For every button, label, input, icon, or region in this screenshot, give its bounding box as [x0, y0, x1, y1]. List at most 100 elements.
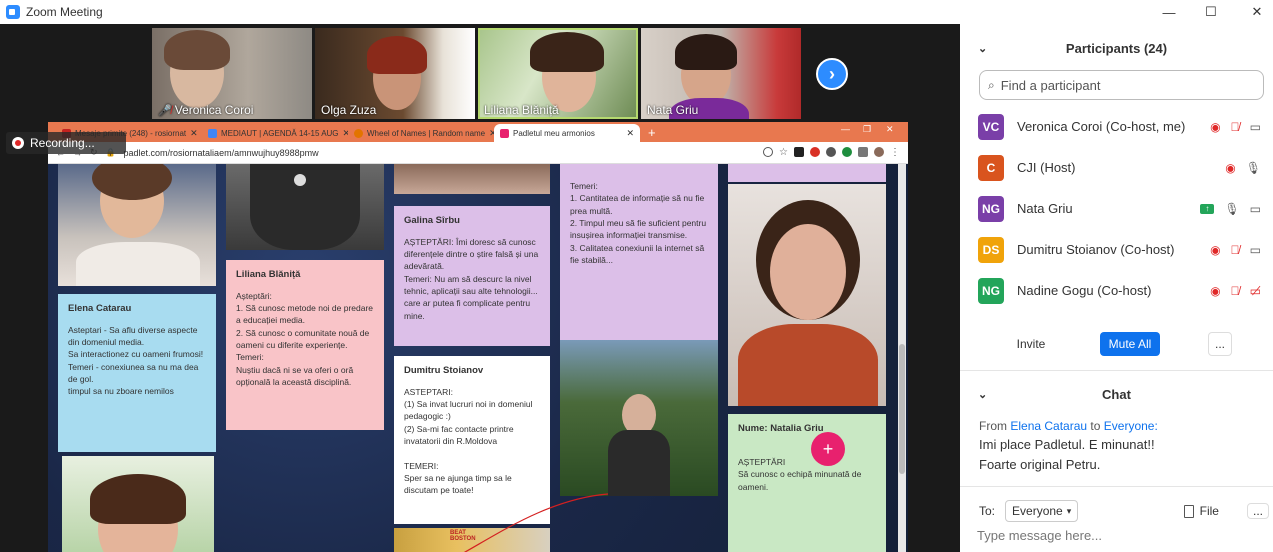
browser-close-icon[interactable]: ✕ [886, 124, 894, 135]
collapse-chevron-icon[interactable]: ⌄ [978, 42, 987, 55]
muted-mic-icon[interactable]: 🎙̸ [1231, 120, 1240, 134]
recording-label: Recording... [30, 136, 95, 150]
video-name-label: Liliana Blăniță [484, 103, 559, 117]
bookmark-star-icon[interactable]: ☆ [779, 147, 788, 158]
participant-row[interactable]: NG Nadine Gogu (Co-host) ◉ 🎙̸ ▭̸ [960, 270, 1273, 311]
camera-off-eye-icon: ◉ [1210, 119, 1221, 134]
video-camera-icon[interactable]: ▭ [1250, 120, 1261, 134]
padlet-scrollbar[interactable] [898, 164, 906, 552]
next-page-button[interactable]: › [816, 58, 848, 90]
puzzle-icon[interactable] [858, 147, 868, 157]
extension-icon[interactable] [842, 147, 852, 157]
mute-all-button[interactable]: Mute All [1100, 332, 1160, 356]
section-divider [960, 370, 1273, 371]
to-label: To: [979, 504, 996, 518]
avatar: NG [978, 277, 1004, 304]
padlet-board: Elena Catarau Asteptari - Sa aflu divers… [48, 164, 908, 552]
participant-row[interactable]: NG Nata Griu ↑ 🎙 ▭ [960, 188, 1273, 229]
browser-tab[interactable]: MEDIAUT | AGENDĂ 14-15 AUG ✕ [202, 124, 348, 142]
browser-tab-active[interactable]: Padletul meu armonios ✕ [494, 124, 640, 142]
participant-name: CJI (Host) [1017, 160, 1076, 175]
maximize-button[interactable]: ☐ [1188, 0, 1234, 24]
minimize-button[interactable]: — [1146, 0, 1192, 24]
participant-search-input[interactable]: ⌕ Find a participant [979, 70, 1264, 100]
add-post-button[interactable]: + [811, 432, 845, 466]
avatar: DS [978, 236, 1004, 263]
chat-title: Chat [1102, 386, 1131, 402]
muted-mic-icon: 🎤̸ [158, 104, 172, 117]
mic-icon[interactable]: 🎙 [1246, 161, 1261, 175]
video-name-label: Nata Griu [647, 103, 699, 117]
more-options-button[interactable]: ... [1208, 332, 1232, 356]
chat-message-text: Foarte original Petru. [979, 456, 1101, 472]
meeting-view: 🎤̸ Veronica Coroi Olga Zuza Liliana Blăn… [0, 24, 960, 552]
chat-message-text: Imi place Padletul. E minunat!! [979, 437, 1155, 452]
participant-row[interactable]: VC Veronica Coroi (Co-host, me) ◉ 🎙̸ ▭ [960, 106, 1273, 147]
muted-mic-icon[interactable]: 🎙̸ [1231, 284, 1240, 298]
chevron-down-icon: ▾ [1066, 505, 1072, 516]
search-icon: ⌕ [988, 77, 995, 92]
chat-sender[interactable]: Elena Catarau [1010, 419, 1087, 433]
video-tile-liliana[interactable]: Liliana Blăniță [478, 28, 638, 119]
extension-icon[interactable] [826, 147, 836, 157]
chat-recipient[interactable]: Everyone: [1104, 419, 1158, 433]
video-tile-veronica[interactable]: 🎤̸ Veronica Coroi [152, 28, 312, 119]
video-name-label: Veronica Coroi [174, 103, 254, 117]
participant-name: Veronica Coroi (Co-host, me) [1017, 119, 1186, 134]
chat-message-input[interactable]: Type message here... [977, 528, 1102, 543]
cast-icon[interactable] [763, 147, 774, 157]
video-off-icon[interactable]: ▭̸ [1250, 284, 1261, 298]
close-tab-icon[interactable]: ✕ [626, 128, 634, 139]
video-tile-nata[interactable]: Nata Griu [641, 28, 801, 119]
participants-title: Participants (24) [1065, 40, 1168, 56]
docs-icon [208, 128, 217, 138]
window-titlebar: Zoom Meeting — ☐ ✕ [0, 0, 1273, 24]
profile-icon[interactable] [874, 147, 884, 157]
video-camera-icon[interactable]: ▭ [1250, 202, 1261, 216]
extension-icons: ☆ ⋮ [763, 147, 900, 158]
recording-indicator[interactable]: Recording... [6, 132, 126, 154]
camera-off-eye-icon: ◉ [1210, 283, 1221, 298]
file-button[interactable]: File [1183, 504, 1219, 518]
camera-off-eye-icon: ◉ [1210, 242, 1221, 257]
new-tab-button[interactable]: + [648, 125, 656, 140]
video-strip: 🎤̸ Veronica Coroi Olga Zuza Liliana Blăn… [152, 28, 801, 119]
mic-icon[interactable]: 🎙 [1224, 202, 1239, 216]
video-camera-icon[interactable]: ▭ [1250, 243, 1261, 257]
close-button[interactable]: ✕ [1234, 0, 1273, 24]
chevron-right-icon: › [829, 63, 835, 84]
muted-mic-icon[interactable]: 🎙̸ [1231, 243, 1240, 257]
annotation-stroke [463, 493, 609, 552]
participants-header: ⌄ Participants (24) [960, 30, 1273, 66]
browser-minimize-icon[interactable]: — [841, 124, 850, 134]
camera-off-eye-icon: ◉ [1225, 160, 1236, 175]
invite-button[interactable]: Invite [1006, 332, 1056, 356]
browser-tab[interactable]: Wheel of Names | Random name ✕ [348, 124, 494, 142]
avatar: C [978, 154, 1004, 181]
browser-maximize-icon[interactable]: ❐ [863, 124, 871, 135]
participant-list: VC Veronica Coroi (Co-host, me) ◉ 🎙̸ ▭ C… [960, 106, 1273, 311]
file-icon [1183, 504, 1194, 518]
chat-more-button[interactable]: ... [1246, 503, 1269, 519]
participant-row[interactable]: C CJI (Host) ◉ 🎙 [960, 147, 1273, 188]
side-panel: ⌄ Participants (24) ⌕ Find a participant… [960, 24, 1273, 552]
extension-icon[interactable] [794, 147, 804, 157]
video-name-label: Olga Zuza [321, 103, 377, 117]
wheel-icon [354, 128, 363, 138]
shared-screen-browser: Mesaje primite (248) - rosiornat ✕ MEDIAU… [48, 122, 908, 552]
participant-name: Dumitru Stoianov (Co-host) [1017, 242, 1175, 257]
recipient-dropdown[interactable]: Everyone ▾ [1005, 500, 1079, 522]
chat-compose-toolbar: To: Everyone ▾ File ... [979, 500, 1269, 522]
adblock-icon[interactable] [810, 147, 820, 157]
participant-row[interactable]: DS Dumitru Stoianov (Co-host) ◉ 🎙̸ ▭ [960, 229, 1273, 270]
close-tab-icon[interactable]: ✕ [190, 128, 198, 139]
collapse-chevron-icon[interactable]: ⌄ [978, 388, 987, 401]
chat-message: From Elena Catarau to Everyone: Imi plac… [979, 417, 1158, 474]
url-field[interactable]: padlet.com/rosiornataliaem/amnwujhuy8988… [124, 148, 319, 158]
video-tile-olga[interactable]: Olga Zuza [315, 28, 475, 119]
browser-tabstrip: Mesaje primite (248) - rosiornat ✕ MEDIAU… [48, 122, 908, 142]
menu-kebab-icon[interactable]: ⋮ [890, 147, 900, 158]
avatar: NG [978, 195, 1004, 222]
chat-header: ⌄ Chat [960, 376, 1273, 412]
padlet-icon [500, 128, 509, 138]
